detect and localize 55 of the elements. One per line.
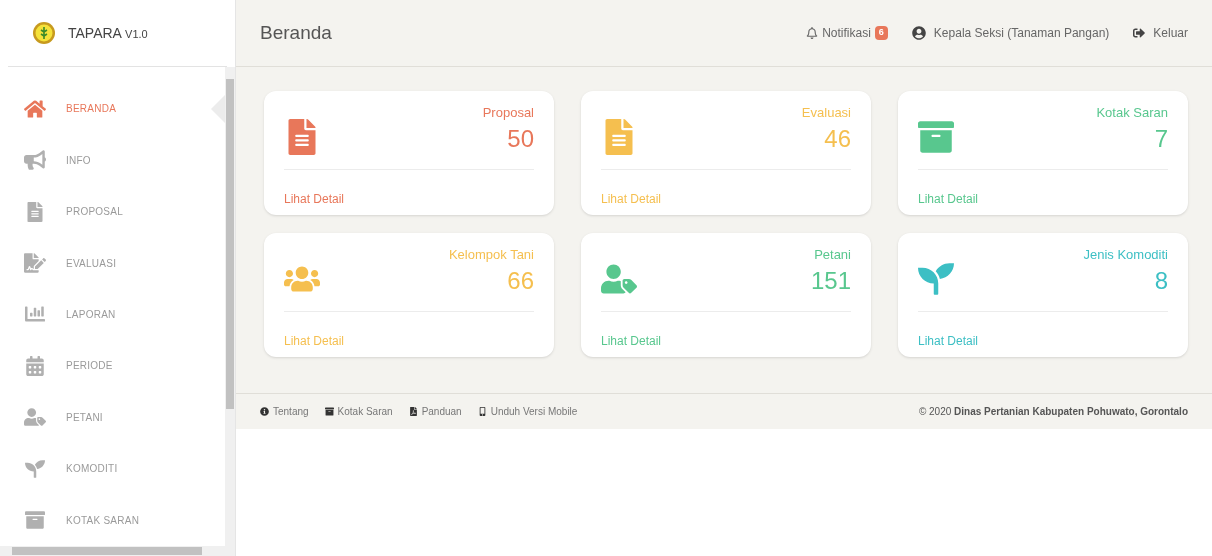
signed-document-icon <box>24 253 46 274</box>
stat-title: Petani <box>814 246 851 264</box>
user-icon <box>911 26 926 40</box>
footer-link[interactable]: Kotak Saran <box>324 404 393 419</box>
archive-box-icon <box>324 407 334 416</box>
user-tag-icon <box>24 407 46 428</box>
bell-icon <box>806 27 819 39</box>
footer-link[interactable]: Panduan <box>408 404 462 419</box>
stat-title: Kotak Saran <box>1096 104 1168 122</box>
stat-title: Jenis Komoditi <box>1083 246 1168 264</box>
horizontal-scrollbar[interactable] <box>0 546 235 556</box>
footer-link[interactable]: Unduh Versi Mobile <box>477 404 578 419</box>
stat-value: 50 <box>507 123 534 154</box>
user-menu[interactable]: Kepala Seksi (Tanaman Pangan) <box>911 24 1110 42</box>
sidebar-item[interactable]: INFO <box>0 134 225 186</box>
sidebar-item[interactable]: KOTAK SARAN <box>0 494 225 546</box>
mobile-phone-icon <box>477 407 487 416</box>
stat-value: 7 <box>1154 123 1168 154</box>
stat-value: 46 <box>824 123 851 154</box>
sidebar-item[interactable]: PERIODE <box>0 340 225 392</box>
sidebar-item[interactable]: KOMODITI <box>0 443 225 495</box>
detail-link[interactable]: Lihat Detail <box>601 334 662 348</box>
stat-title: Evaluasi <box>801 104 851 122</box>
notifications-link[interactable]: Notifikasi 6 <box>806 24 888 42</box>
sidebar-item[interactable]: PETANI <box>0 391 225 444</box>
megaphone-icon <box>24 150 46 171</box>
archive-box-icon <box>24 510 46 531</box>
notification-count: 6 <box>874 26 888 40</box>
bar-chart-icon <box>24 304 46 325</box>
info-icon <box>260 407 269 416</box>
stat-title: Kelompok Tani <box>448 246 534 264</box>
sidebar-item[interactable]: EVALUASI <box>0 237 225 289</box>
page-title: Beranda <box>260 20 332 45</box>
sidebar-item[interactable]: PROPOSAL <box>0 185 225 238</box>
detail-link[interactable]: Lihat Detail <box>284 192 345 206</box>
detail-link[interactable]: Lihat Detail <box>284 334 345 348</box>
vertical-scrollbar[interactable] <box>225 67 235 546</box>
calendar-icon <box>24 355 46 376</box>
copyright-text: © 2020 Dinas Pertanian Kabupaten Pohuwato, Gorontalo <box>918 405 1188 419</box>
home-icon <box>24 98 46 119</box>
stat-title: Proposal <box>482 104 534 122</box>
sign-out-icon <box>1133 27 1146 39</box>
stat-value: 8 <box>1154 265 1168 296</box>
detail-link[interactable]: Lihat Detail <box>918 334 979 348</box>
pdf-icon <box>408 407 418 416</box>
footer-link[interactable]: Tentang <box>260 404 309 419</box>
app-name: TAPARA V1.0 <box>68 23 148 43</box>
detail-link[interactable]: Lihat Detail <box>918 192 979 206</box>
sidebar-item[interactable]: LAPORAN <box>0 288 225 341</box>
stat-value: 66 <box>507 265 534 296</box>
detail-link[interactable]: Lihat Detail <box>601 192 662 206</box>
emblem-logo <box>32 21 56 45</box>
logout-link[interactable]: Keluar <box>1133 24 1188 42</box>
sprout-icon <box>24 458 46 479</box>
stat-value: 151 <box>810 265 851 296</box>
